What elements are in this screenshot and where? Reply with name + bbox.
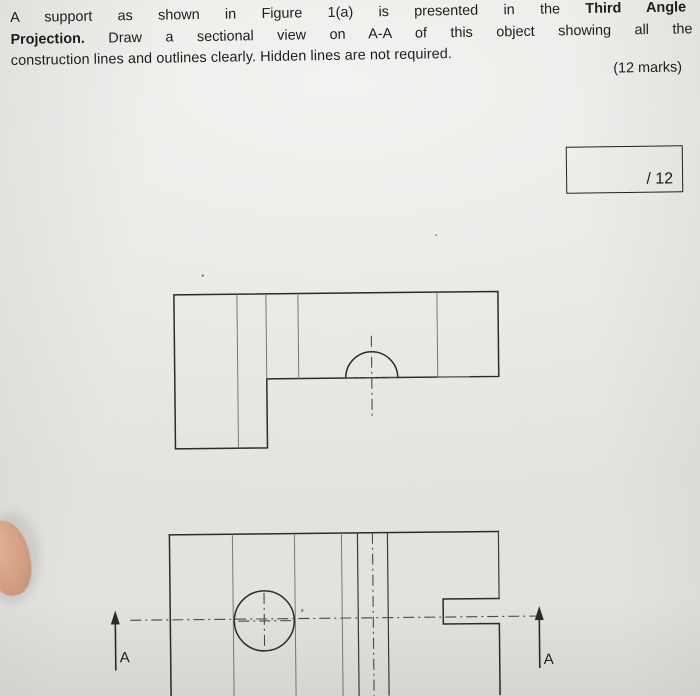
section-label-right: A (544, 651, 554, 668)
top-view-vertical-centerline (370, 335, 373, 416)
bottom-view-construction-line-1 (231, 534, 235, 696)
bottom-view: A A (110, 530, 554, 696)
bottom-view-edge-line-2 (386, 532, 390, 696)
bottom-view-construction-line-3 (340, 533, 344, 696)
bottom-view-left-edge (168, 534, 172, 696)
top-view-construction-line-2 (265, 293, 268, 379)
section-arrow-right-stem (538, 616, 541, 669)
bottom-view-edge-line-1 (356, 532, 360, 696)
top-view (173, 290, 500, 450)
top-view-construction-line-4 (436, 292, 439, 378)
bottom-view-construction-line-2 (293, 533, 297, 696)
bottom-view-step-profile (442, 597, 501, 696)
bottom-view-slot-centerline (371, 532, 375, 696)
top-view-horizontal-centerline (343, 376, 400, 379)
section-line-A-A (130, 615, 543, 621)
bottom-view-circle-centerline (238, 620, 295, 622)
section-label-left: A (120, 649, 130, 666)
section-arrow-left-head (110, 610, 120, 625)
top-view-outline (173, 290, 500, 450)
top-view-construction-line-3 (297, 293, 300, 379)
stray-mark-1 (201, 274, 204, 277)
bottom-view-circle-vertical-centerline (263, 592, 266, 651)
section-arrow-right-head (534, 606, 544, 621)
bottom-view-right-edge (497, 531, 500, 599)
drawing-group: A A (110, 233, 554, 696)
section-arrow-left-stem (114, 620, 117, 671)
stray-mark-3 (300, 609, 304, 612)
stray-mark-2 (435, 233, 438, 237)
bottom-view-top-edge (168, 530, 500, 536)
engineering-drawing: .obj { fill:none; stroke:#2b2b2b; stroke… (110, 233, 554, 696)
top-view-construction-line-1 (236, 294, 239, 449)
